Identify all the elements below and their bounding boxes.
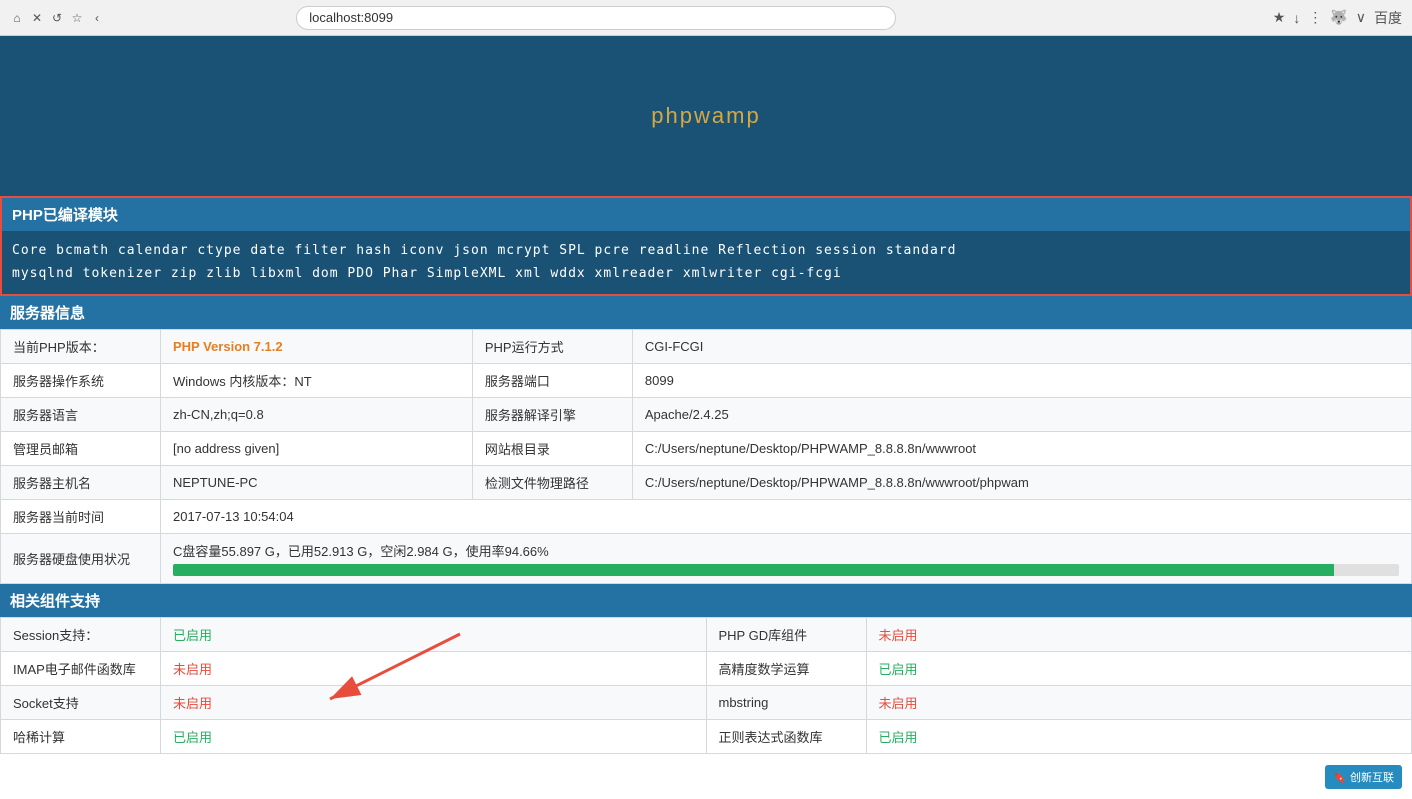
- table-row: IMAP电子邮件函数库 未启用 高精度数学运算 已启用: [1, 651, 1412, 685]
- value-disk: C盘容量55.897 G，已用52.913 G，空闲2.984 G，使用率94.…: [161, 533, 1412, 583]
- value-socket: 未启用: [161, 685, 707, 719]
- label-webroot: 网站根目录: [472, 431, 632, 465]
- value-php-mode: CGI-FCGI: [632, 329, 1411, 363]
- value-php-version: PHP Version 7.1.2: [161, 329, 473, 363]
- components-table: Session支持： 已启用 PHP GD库组件 未启用 IMAP电子邮件函数库…: [0, 617, 1412, 754]
- label-regex: 正则表达式函数库: [706, 719, 866, 753]
- table-row: 服务器主机名 NEPTUNE-PC 检测文件物理路径 C:/Users/nept…: [1, 465, 1412, 499]
- back-button[interactable]: ↺: [50, 11, 64, 25]
- browser-controls: ⌂ ✕ ↺ ☆ ‹: [10, 11, 104, 25]
- label-disk: 服务器硬盘使用状况: [1, 533, 161, 583]
- php-modules-line2: mysqlnd tokenizer zip zlib libxml dom PD…: [12, 262, 1400, 285]
- disk-bar-container: [173, 564, 1399, 576]
- download-icon[interactable]: ↓: [1293, 10, 1300, 26]
- label-hostname: 服务器主机名: [1, 465, 161, 499]
- browser-chrome: ⌂ ✕ ↺ ☆ ‹ localhost:8099 ★ ↓ ⋮ 🐺 ∨ 百度: [0, 0, 1412, 36]
- forward-button[interactable]: ‹: [90, 11, 104, 25]
- server-info-table: 当前PHP版本： PHP Version 7.1.2 PHP运行方式 CGI-F…: [0, 329, 1412, 584]
- label-php-mode: PHP运行方式: [472, 329, 632, 363]
- value-engine: Apache/2.4.25: [632, 397, 1411, 431]
- components-section: 相关组件支持 Session支持： 已启用 PHP GD库组件 未启用 IMAP…: [0, 584, 1412, 754]
- server-info-header: 服务器信息: [0, 296, 1412, 329]
- disk-text: C盘容量55.897 G，已用52.913 G，空闲2.984 G，使用率94.…: [173, 541, 1399, 560]
- value-hostname: NEPTUNE-PC: [161, 465, 473, 499]
- table-row: 哈稀计算 已启用 正则表达式函数库 已启用: [1, 719, 1412, 753]
- value-hash: 已启用: [161, 719, 707, 753]
- page-wrapper: ⌂ ✕ ↺ ☆ ‹ localhost:8099 ★ ↓ ⋮ 🐺 ∨ 百度 ph…: [0, 0, 1412, 754]
- php-modules-line1: Core bcmath calendar ctype date filter h…: [12, 239, 1400, 262]
- expand-icon[interactable]: ∨: [1356, 9, 1366, 26]
- value-regex: 已启用: [866, 719, 1412, 753]
- table-row: 当前PHP版本： PHP Version 7.1.2 PHP运行方式 CGI-F…: [1, 329, 1412, 363]
- label-os: 服务器操作系统: [1, 363, 161, 397]
- label-filepath: 检测文件物理路径: [472, 465, 632, 499]
- label-gd: PHP GD库组件: [706, 617, 866, 651]
- value-mbstring: 未启用: [866, 685, 1412, 719]
- header-banner: phpwamp: [0, 36, 1412, 196]
- table-row: Socket支持 未启用 mbstring 未启用: [1, 685, 1412, 719]
- label-engine: 服务器解译引擎: [472, 397, 632, 431]
- disk-bar-fill: [173, 564, 1334, 576]
- search-engine-label: 百度: [1374, 8, 1402, 28]
- home-button[interactable]: ⌂: [10, 11, 24, 25]
- value-gd: 未启用: [866, 617, 1412, 651]
- menu-icon[interactable]: ⋮: [1308, 9, 1322, 26]
- table-row: 服务器硬盘使用状况 C盘容量55.897 G，已用52.913 G，空闲2.98…: [1, 533, 1412, 583]
- table-row: 服务器当前时间 2017-07-13 10:54:04: [1, 499, 1412, 533]
- value-email: [no address given]: [161, 431, 473, 465]
- value-port: 8099: [632, 363, 1411, 397]
- value-filepath: C:/Users/neptune/Desktop/PHPWAMP_8.8.8.8…: [632, 465, 1411, 499]
- value-lang: zh-CN,zh;q=0.8: [161, 397, 473, 431]
- label-hash: 哈稀计算: [1, 719, 161, 753]
- table-row: 管理员邮箱 [no address given] 网站根目录 C:/Users/…: [1, 431, 1412, 465]
- value-math: 已启用: [866, 651, 1412, 685]
- close-button[interactable]: ✕: [30, 11, 44, 25]
- php-modules-header: PHP已编译模块: [2, 198, 1410, 231]
- php-modules-content: Core bcmath calendar ctype date filter h…: [2, 231, 1410, 294]
- page-content: phpwamp PHP已编译模块 Core bcmath calendar ct…: [0, 36, 1412, 754]
- value-os: Windows 内核版本：NT: [161, 363, 473, 397]
- label-time: 服务器当前时间: [1, 499, 161, 533]
- label-port: 服务器端口: [472, 363, 632, 397]
- address-bar[interactable]: localhost:8099: [296, 6, 896, 30]
- table-row: Session支持： 已启用 PHP GD库组件 未启用: [1, 617, 1412, 651]
- value-webroot: C:/Users/neptune/Desktop/PHPWAMP_8.8.8.8…: [632, 431, 1411, 465]
- server-info-section: 服务器信息 当前PHP版本： PHP Version 7.1.2 PHP运行方式…: [0, 296, 1412, 584]
- label-email: 管理员邮箱: [1, 431, 161, 465]
- url-text: localhost:8099: [309, 10, 393, 25]
- value-time: 2017-07-13 10:54:04: [161, 499, 1412, 533]
- bookmark-icon[interactable]: ★: [1273, 9, 1286, 26]
- label-php-version: 当前PHP版本：: [1, 329, 161, 363]
- browser-right: ★ ↓ ⋮ 🐺 ∨ 百度: [1273, 8, 1402, 28]
- label-lang: 服务器语言: [1, 397, 161, 431]
- value-session: 已启用: [161, 617, 707, 651]
- label-session: Session支持：: [1, 617, 161, 651]
- label-imap: IMAP电子邮件函数库: [1, 651, 161, 685]
- components-header: 相关组件支持: [0, 584, 1412, 617]
- watermark: 🔖 创新互联: [1325, 765, 1402, 789]
- user-icon[interactable]: 🐺: [1330, 9, 1347, 26]
- label-mbstring: mbstring: [706, 685, 866, 719]
- value-imap: 未启用: [161, 651, 707, 685]
- star-button[interactable]: ☆: [70, 11, 84, 25]
- label-math: 高精度数学运算: [706, 651, 866, 685]
- header-title: phpwamp: [651, 103, 760, 129]
- php-modules-section: PHP已编译模块 Core bcmath calendar ctype date…: [0, 196, 1412, 296]
- table-row: 服务器语言 zh-CN,zh;q=0.8 服务器解译引擎 Apache/2.4.…: [1, 397, 1412, 431]
- table-row: 服务器操作系统 Windows 内核版本：NT 服务器端口 8099: [1, 363, 1412, 397]
- label-socket: Socket支持: [1, 685, 161, 719]
